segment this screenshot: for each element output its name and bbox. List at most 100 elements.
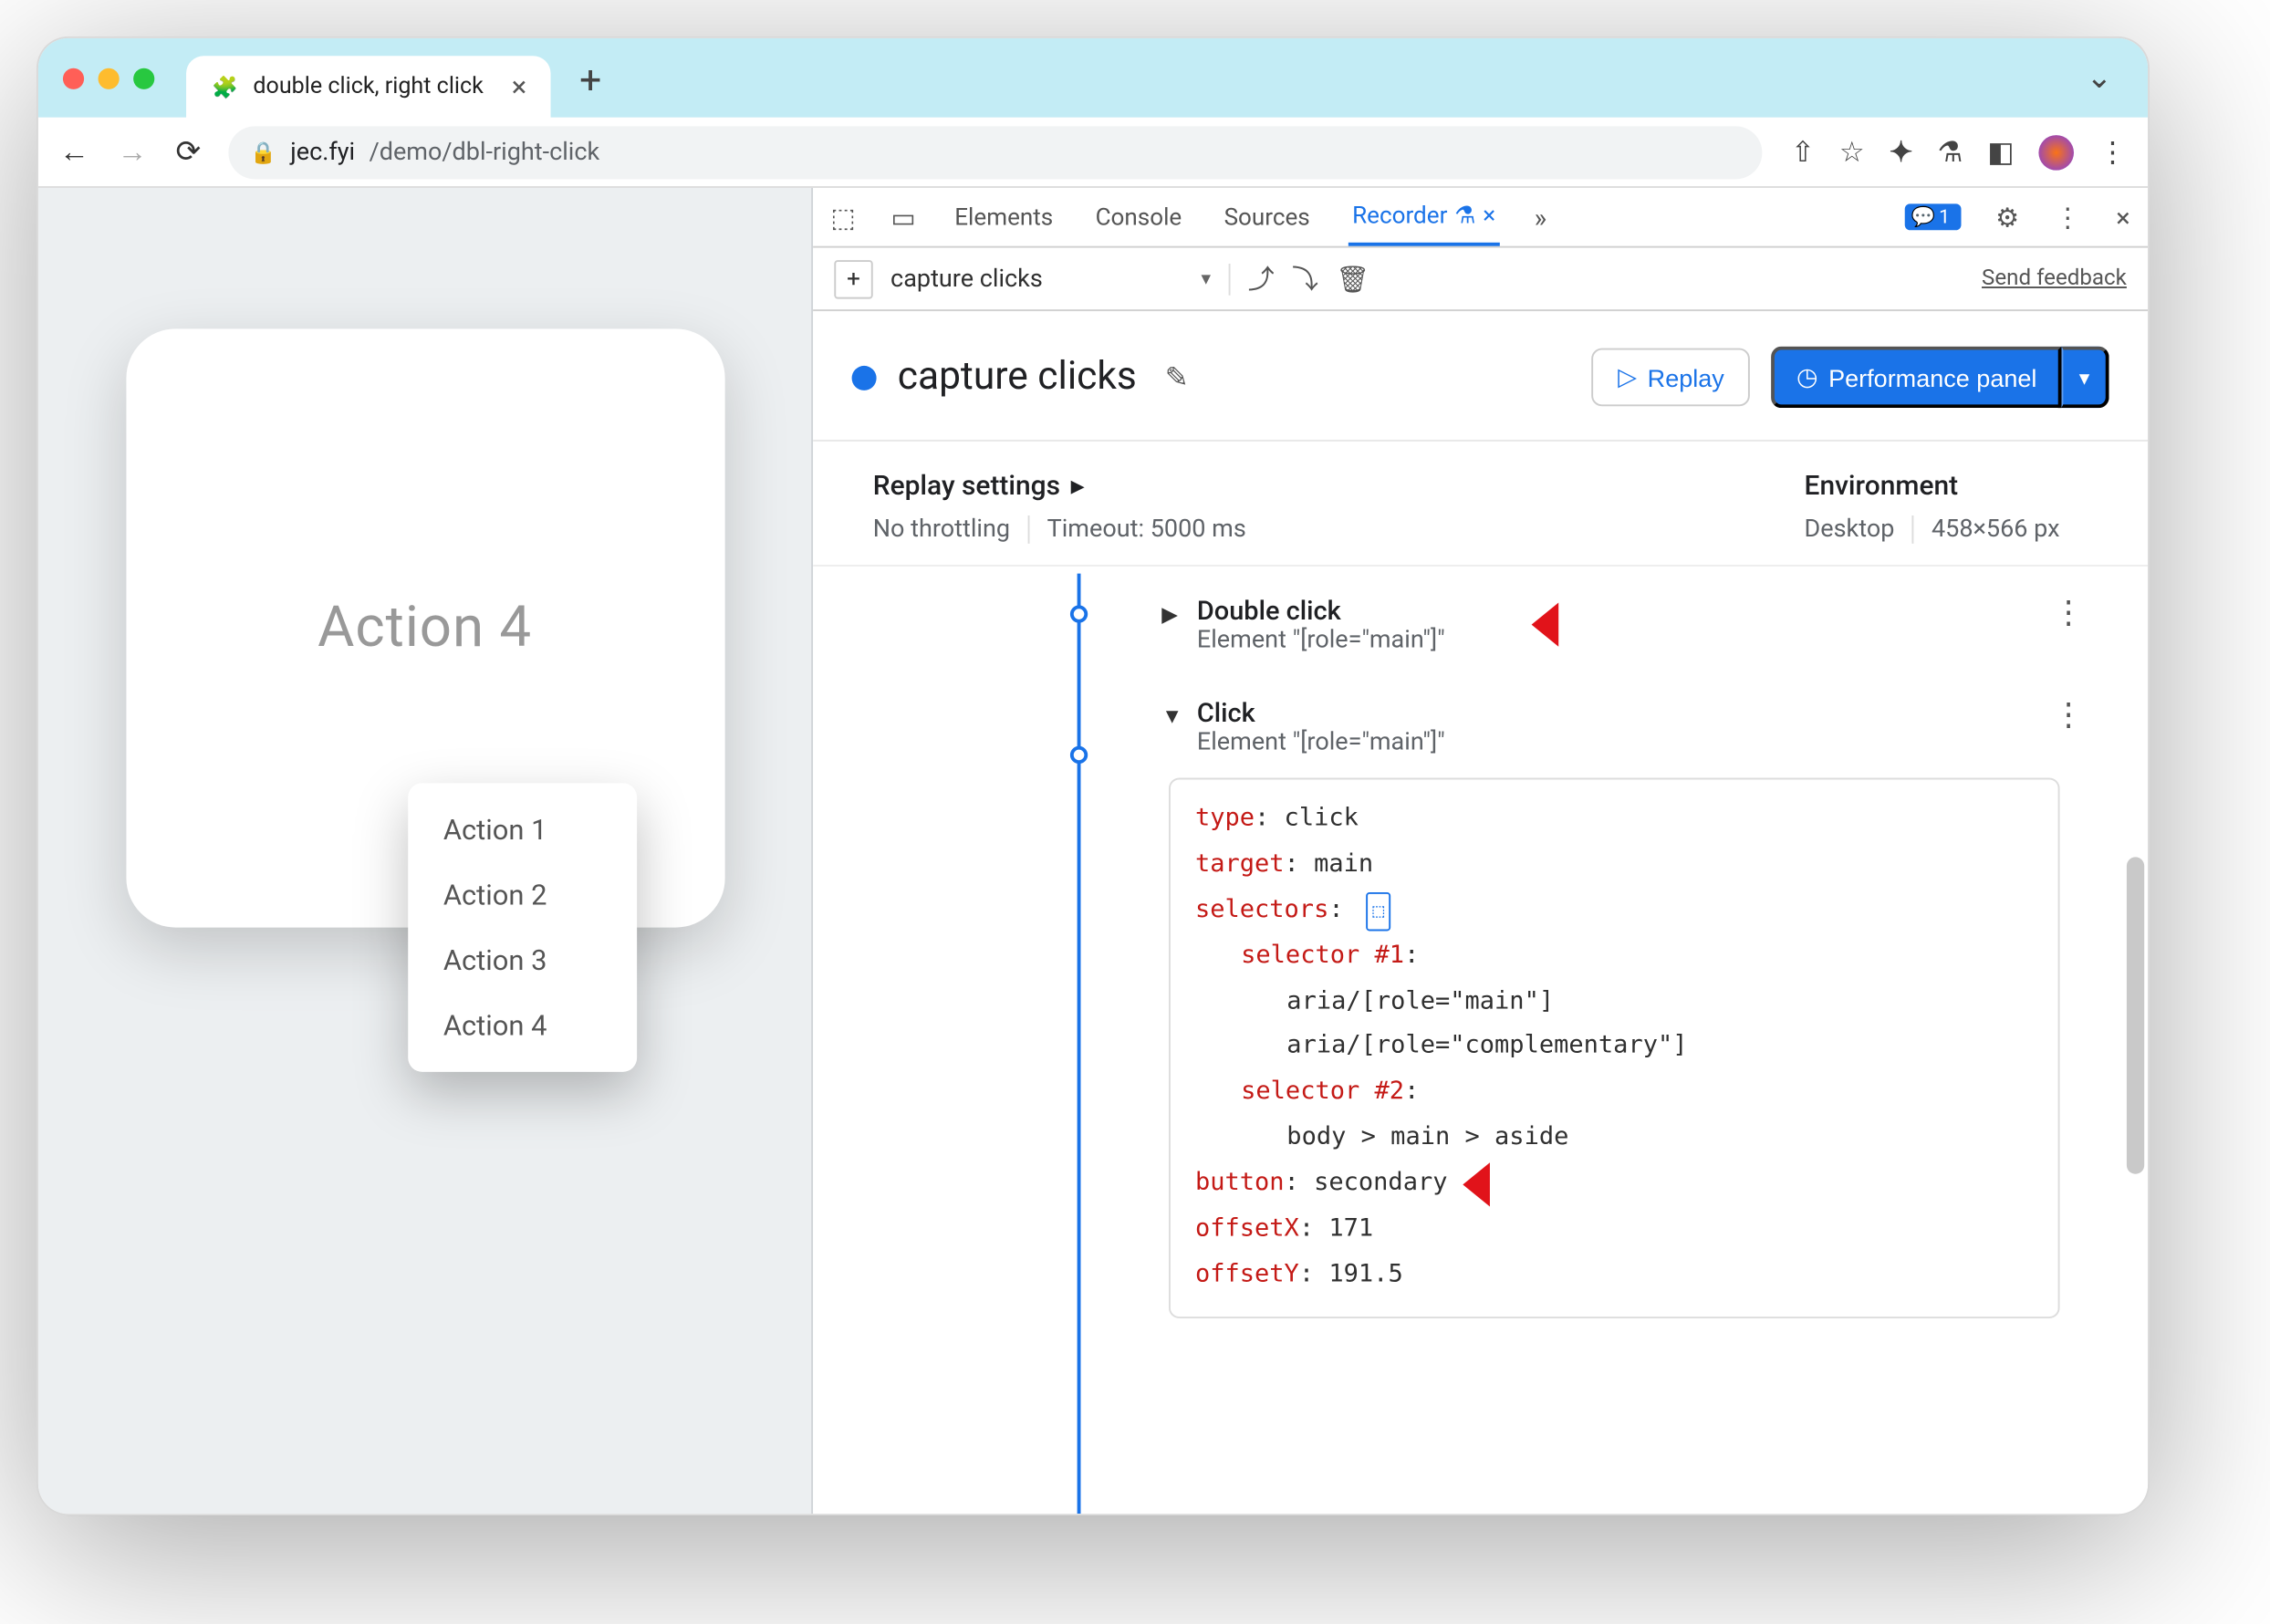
chevron-down-icon[interactable]: ▼: [1161, 703, 1182, 728]
steps-list: ⋮ ▶ Double click Element "[role="main"]"…: [813, 567, 2148, 1514]
replay-settings-label: Replay settings: [873, 470, 1060, 502]
detail-value: secondary: [1314, 1169, 1447, 1197]
close-window-button[interactable]: [63, 68, 84, 88]
tab-sources[interactable]: Sources: [1221, 188, 1314, 246]
detail-value: aria/[role="main"]: [1195, 980, 2034, 1025]
replay-button[interactable]: ▷ Replay: [1591, 349, 1750, 407]
inspect-icon[interactable]: ⬚: [830, 201, 855, 233]
replay-settings-toggle[interactable]: Replay settings ▸: [873, 470, 1246, 502]
performance-panel-menu[interactable]: ▾: [2061, 347, 2109, 409]
tab-title: double click, right click: [253, 74, 483, 100]
detail-value: aria/[role="complementary"]: [1195, 1025, 2034, 1071]
play-icon: ▷: [1618, 362, 1637, 392]
step-menu-icon[interactable]: ⋮: [2053, 697, 2085, 734]
export-icon[interactable]: ⤴: [1248, 260, 1275, 297]
context-menu-item[interactable]: Action 1: [408, 797, 637, 862]
timeline-dot: [1070, 605, 1088, 622]
card-title: Action 4: [318, 593, 532, 660]
more-icon[interactable]: ⋮: [2098, 135, 2127, 169]
performance-panel-label: Performance panel: [1828, 363, 2036, 391]
step-click[interactable]: ⋮ ▼ Click Element "[role="main"]" type: …: [1130, 686, 2117, 1364]
selector-picker-icon[interactable]: ⬚: [1366, 892, 1391, 932]
maximize-window-button[interactable]: [133, 68, 154, 88]
share-icon[interactable]: ⇧: [1791, 135, 1815, 169]
recording-select-label: capture clicks: [890, 265, 1043, 293]
step-subtitle: Element "[role="main"]": [1197, 728, 1445, 756]
chevron-right-icon[interactable]: ▶: [1161, 602, 1182, 627]
device-toggle-icon[interactable]: ▭: [890, 201, 915, 233]
detail-value: 171: [1328, 1214, 1373, 1243]
detail-value: 191.5: [1328, 1260, 1402, 1288]
browser-tabstrip: 🧩 double click, right click × + ⌄: [38, 38, 2148, 118]
bookmark-icon[interactable]: ☆: [1839, 135, 1865, 169]
flask-icon[interactable]: ⚗: [1937, 135, 1963, 169]
address-bar[interactable]: 🔒 jec.fyi/demo/dbl-right-click: [229, 125, 1763, 178]
devtools-tabs: ⬚ ▭ Elements Console Sources Recorder ⚗ …: [813, 188, 2148, 248]
context-menu: Action 1 Action 2 Action 3 Action 4: [408, 783, 637, 1072]
context-menu-item[interactable]: Action 2: [408, 862, 637, 927]
forward-button[interactable]: →: [118, 134, 148, 170]
browser-tab[interactable]: 🧩 double click, right click ×: [186, 55, 551, 118]
close-devtools-icon[interactable]: ×: [2116, 201, 2129, 233]
minimize-window-button[interactable]: [99, 68, 120, 88]
back-button[interactable]: ←: [59, 134, 89, 170]
settings-icon[interactable]: ⚙: [1995, 201, 2019, 233]
recording-indicator-icon: [852, 365, 877, 390]
tab-recorder[interactable]: Recorder ⚗ ×: [1348, 188, 1499, 246]
url-host: jec.fyi: [290, 138, 355, 166]
overflow-tabs-icon[interactable]: »: [1535, 201, 1547, 233]
flask-icon: ⚗: [1454, 201, 1475, 229]
edit-title-icon[interactable]: ✎: [1165, 360, 1189, 394]
gauge-icon: ◷: [1796, 362, 1818, 392]
timeout-value: Timeout: 5000 ms: [1047, 515, 1246, 544]
step-detail: type: click target: main selectors: ⬚ se…: [1169, 778, 2060, 1318]
performance-panel-button[interactable]: ◷ Performance panel: [1772, 347, 2062, 409]
detail-value: body > main > aside: [1195, 1117, 2034, 1162]
page-viewport[interactable]: Action 4 Action 1 Action 2 Action 3 Acti…: [38, 188, 813, 1514]
url-path: /demo/dbl-right-click: [370, 138, 600, 166]
new-tab-button[interactable]: +: [579, 59, 601, 103]
context-menu-item[interactable]: Action 4: [408, 993, 637, 1057]
chevron-down-icon: ▾: [1202, 267, 1212, 290]
recording-select[interactable]: capture clicks ▾: [890, 265, 1211, 293]
collapse-tabs-icon[interactable]: ⌄: [2086, 59, 2123, 97]
lock-icon: 🔒: [250, 140, 276, 164]
favicon-icon: 🧩: [211, 73, 239, 101]
step-menu-icon[interactable]: ⋮: [2053, 595, 2085, 632]
timeline-line: [1078, 574, 1081, 1515]
panel-icon[interactable]: ◧: [1987, 135, 2014, 169]
import-icon[interactable]: ⤵: [1292, 260, 1318, 297]
more-icon[interactable]: ⋮: [2055, 201, 2081, 233]
detail-key: target: [1195, 849, 1285, 878]
tab-console[interactable]: Console: [1092, 188, 1185, 246]
reload-button[interactable]: ⟳: [175, 134, 201, 170]
context-menu-item[interactable]: Action 3: [408, 928, 637, 993]
browser-toolbar: ← → ⟳ 🔒 jec.fyi/demo/dbl-right-click ⇧ ☆…: [38, 118, 2148, 188]
detail-value: main: [1314, 849, 1373, 878]
toolbar-actions: ⇧ ☆ ✦ ⚗ ◧ ⋮: [1791, 134, 2127, 170]
recording-title: capture clicks: [898, 355, 1137, 399]
throttling-value: No throttling: [873, 515, 1010, 544]
delete-icon[interactable]: 🗑: [1336, 263, 1369, 295]
step-title: Click: [1197, 697, 1445, 729]
tab-elements[interactable]: Elements: [951, 188, 1057, 246]
step-double-click[interactable]: ⋮ ▶ Double click Element "[role="main"]": [1130, 584, 2117, 686]
close-tab-icon[interactable]: ×: [512, 73, 526, 101]
issues-count: 1: [1939, 205, 1950, 228]
detail-key: selector #2: [1241, 1077, 1404, 1106]
profile-avatar[interactable]: [2038, 134, 2074, 170]
send-feedback-link[interactable]: Send feedback: [1982, 265, 2127, 292]
detail-key: selectors: [1195, 895, 1328, 923]
detail-key: button: [1195, 1169, 1285, 1197]
tab-recorder-label: Recorder: [1352, 201, 1447, 229]
new-recording-button[interactable]: +: [834, 259, 872, 297]
close-tab-icon[interactable]: ×: [1483, 201, 1495, 229]
replay-label: Replay: [1648, 363, 1724, 391]
devtools-panel: ⬚ ▭ Elements Console Sources Recorder ⚗ …: [813, 188, 2148, 1514]
issues-badge[interactable]: 💬 1: [1904, 203, 1961, 230]
window-controls: [63, 68, 154, 88]
device-value: Desktop: [1805, 515, 1895, 544]
detail-value: click: [1285, 804, 1359, 832]
extensions-icon[interactable]: ✦: [1890, 135, 1913, 169]
annotation-arrow-icon: [1463, 1155, 1547, 1233]
